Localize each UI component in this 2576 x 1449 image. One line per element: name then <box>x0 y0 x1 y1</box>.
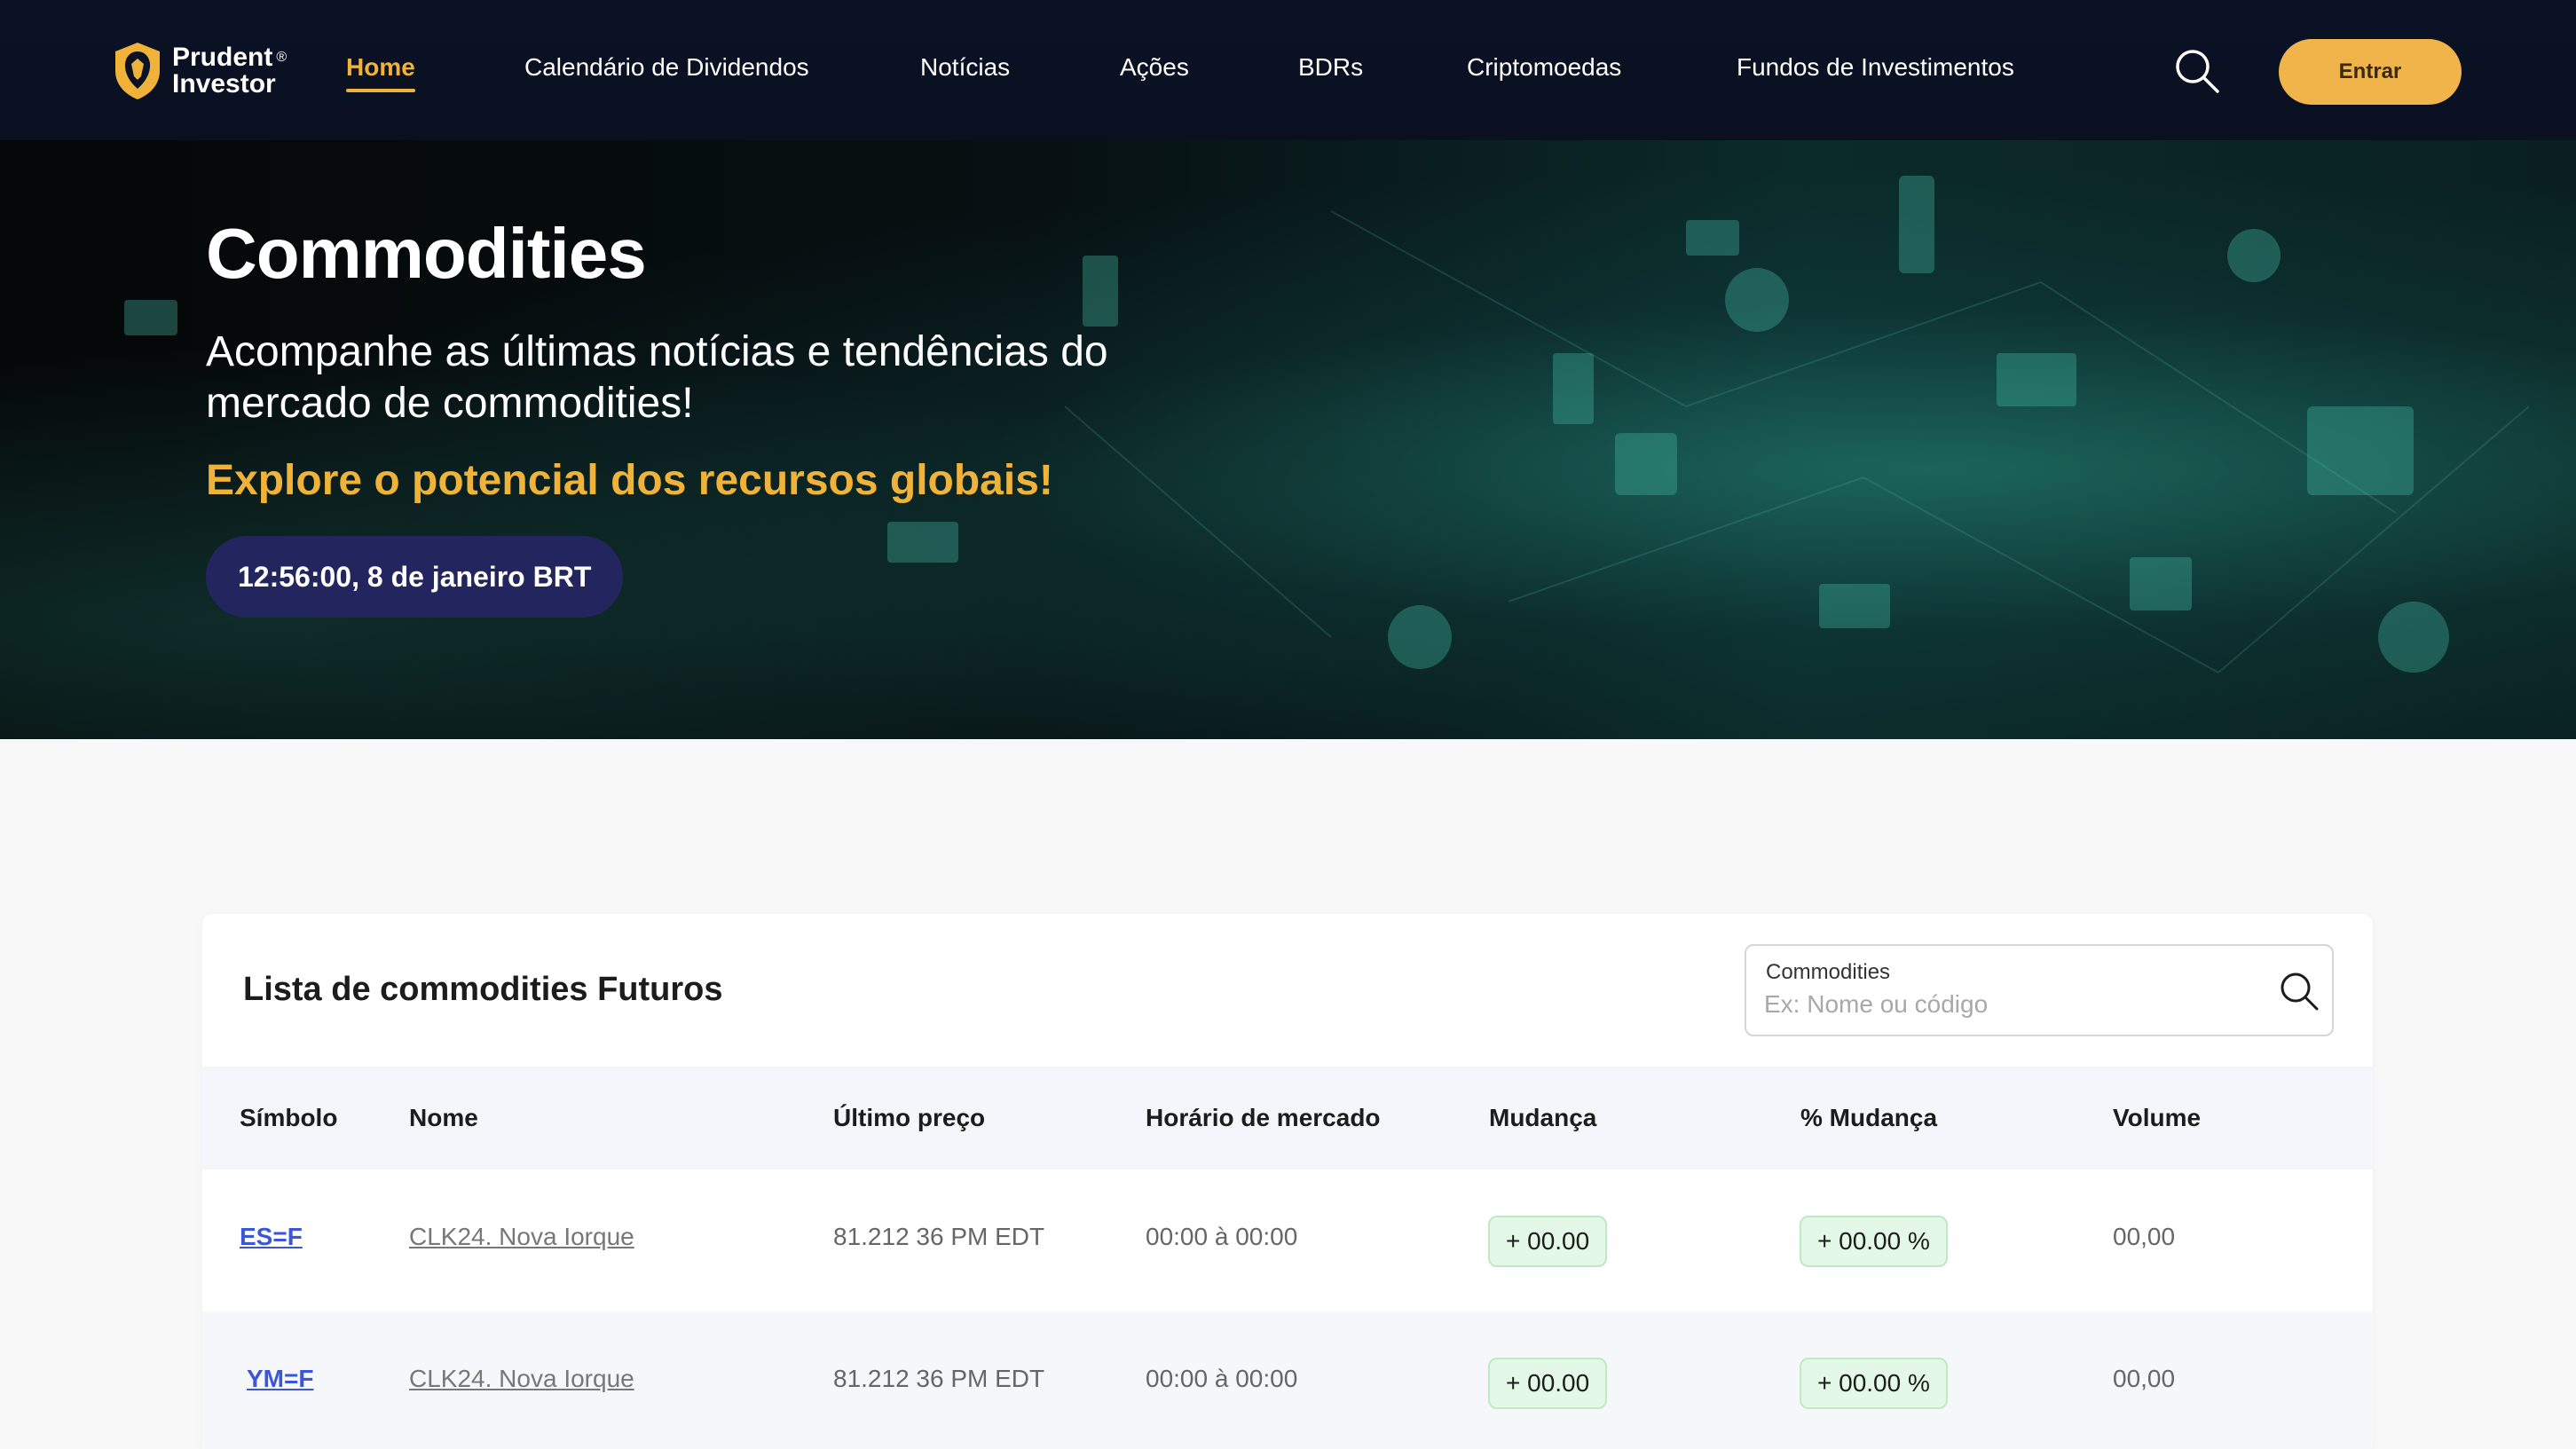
nav-item-stocks[interactable]: Ações <box>1120 53 1189 82</box>
lion-shield-logo-icon <box>115 43 160 99</box>
nav-item-crypto[interactable]: Criptomoedas <box>1467 53 1621 82</box>
nav-item-home[interactable]: Home <box>346 53 415 92</box>
row-last-price: 81.212 36 PM EDT <box>833 1365 1045 1392</box>
nav-item-news[interactable]: Notícias <box>920 53 1010 82</box>
row-volume: 00,00 <box>2113 1223 2176 1250</box>
row-volume: 00,00 <box>2113 1365 2176 1392</box>
column-header-volume[interactable]: Volume <box>2113 1104 2201 1132</box>
page-title: Commodities <box>206 214 647 293</box>
brand-line1: Prudent <box>172 43 273 72</box>
row-name-link[interactable]: CLK24. Nova Iorque <box>409 1365 634 1393</box>
nav-item-dividend-calendar[interactable]: Calendário de Dividendos <box>524 53 809 82</box>
row-pct-change-badge: + 00.00 % <box>1800 1358 1948 1409</box>
hero-subtitle: Acompanhe as últimas notícias e tendênci… <box>206 328 1108 427</box>
column-header-symbol[interactable]: Símbolo <box>240 1104 337 1132</box>
column-header-market-hours[interactable]: Horário de mercado <box>1146 1104 1381 1132</box>
list-title: Lista de commodities Futuros <box>243 971 723 1008</box>
row-pct-change-badge: + 00.00 % <box>1800 1216 1948 1267</box>
row-last-price: 81.212 36 PM EDT <box>833 1223 1045 1250</box>
brand-logo[interactable]: Prudent ® Investor <box>112 39 287 103</box>
row-market-hours: 00:00 à 00:00 <box>1146 1223 1298 1250</box>
hero-banner: Commodities Acompanhe as últimas notícia… <box>0 140 2576 739</box>
column-header-pct-change[interactable]: % Mudança <box>1800 1104 1937 1132</box>
row-symbol-link[interactable]: ES=F <box>240 1223 303 1251</box>
search-field-label: Commodities <box>1766 960 1891 984</box>
commodities-list-card: Lista de commodities Futuros Commodities… <box>202 914 2373 1449</box>
brand-name: Prudent ® Investor <box>172 44 287 98</box>
login-button[interactable]: Entrar <box>2279 39 2462 105</box>
row-change-badge: + 00.00 <box>1488 1358 1608 1409</box>
row-name-link[interactable]: CLK24. Nova Iorque <box>409 1223 634 1251</box>
column-header-last-price[interactable]: Último preço <box>833 1104 985 1132</box>
column-header-change[interactable]: Mudança <box>1489 1104 1596 1132</box>
commodities-search-input[interactable] <box>1764 987 2261 1022</box>
hero-tagline: Explore o potencial dos recursos globais… <box>206 457 1053 504</box>
table-row[interactable]: ES=F CLK24. Nova Iorque 81.212 36 PM EDT… <box>202 1169 2373 1311</box>
nav-item-investment-funds[interactable]: Fundos de Investimentos <box>1737 53 2014 82</box>
commodities-search-field[interactable]: Commodities <box>1745 944 2334 1036</box>
brand-line2: Investor <box>172 69 276 98</box>
top-navbar: Prudent ® Investor Home Calendário de Div… <box>0 0 2576 140</box>
market-time-badge: 12:56:00, 8 de janeiro BRT <box>206 536 624 618</box>
nav-item-bdrs[interactable]: BDRs <box>1298 53 1363 82</box>
row-symbol-link[interactable]: YM=F <box>247 1365 313 1393</box>
brand-registered: ® <box>276 50 288 65</box>
row-market-hours: 00:00 à 00:00 <box>1146 1365 1298 1392</box>
search-icon[interactable] <box>2277 969 2321 1013</box>
table-header: Símbolo Nome Último preço Horário de mer… <box>202 1067 2373 1169</box>
row-change-badge: + 00.00 <box>1488 1216 1608 1267</box>
table-row[interactable]: YM=F CLK24. Nova Iorque 81.212 36 PM EDT… <box>202 1311 2373 1449</box>
column-header-name[interactable]: Nome <box>409 1104 478 1132</box>
search-icon[interactable] <box>2172 46 2222 96</box>
